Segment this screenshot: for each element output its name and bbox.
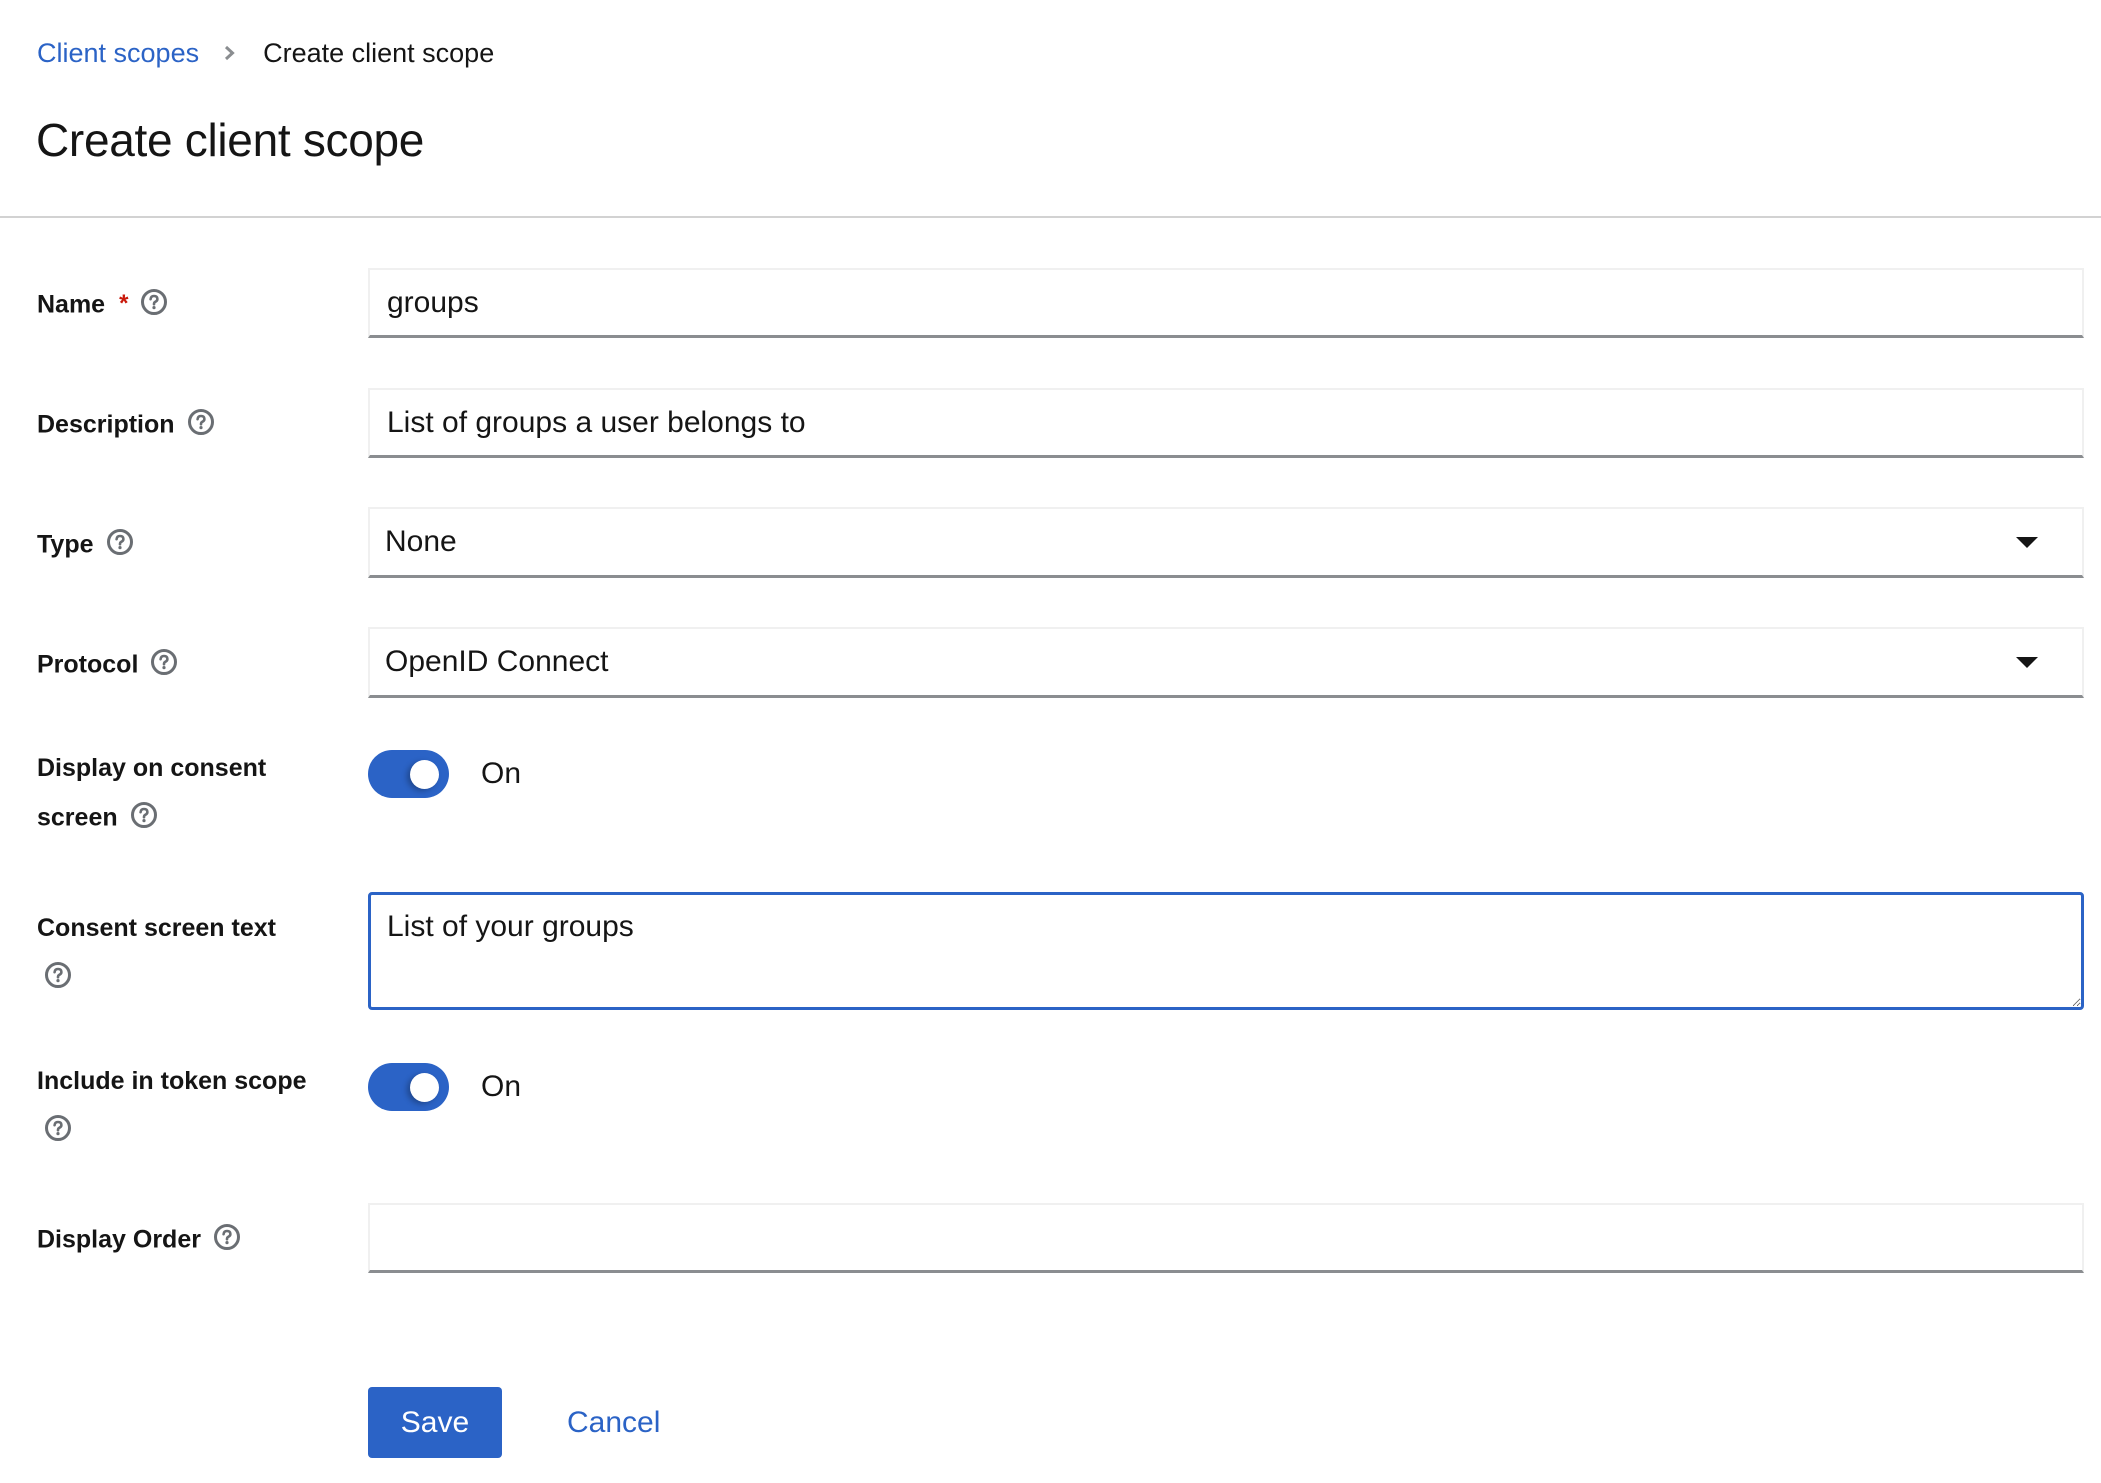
name-label-text: Name — [37, 290, 106, 319]
help-icon[interactable] — [130, 801, 158, 829]
page-title: Create client scope — [36, 114, 425, 166]
name-label: Name * — [37, 279, 168, 328]
display-on-consent-state: On — [481, 757, 522, 790]
display-on-consent-label-line2: screen — [37, 803, 118, 832]
display-on-consent-label: Display on consent screen — [37, 744, 266, 841]
description-label-text: Description — [37, 410, 175, 439]
display-order-input[interactable] — [368, 1203, 2084, 1273]
required-indicator: * — [119, 290, 129, 318]
consent-text-label-text: Consent screen text — [37, 914, 276, 942]
help-icon[interactable] — [187, 408, 215, 436]
help-icon[interactable] — [150, 648, 178, 676]
consent-text-textarea[interactable]: List of your groups — [368, 892, 2084, 1010]
display-order-label-text: Display Order — [37, 1225, 201, 1254]
toggle-knob — [410, 1072, 439, 1102]
consent-text-label: Consent screen text — [37, 904, 276, 1000]
type-select-value: None — [385, 525, 457, 558]
caret-down-icon — [2016, 656, 2038, 668]
breadcrumb-link-client-scopes[interactable]: Client scopes — [37, 38, 199, 69]
include-in-token-toggle[interactable] — [368, 1063, 449, 1111]
breadcrumb-current: Create client scope — [263, 37, 495, 68]
name-input[interactable] — [368, 268, 2084, 338]
cancel-button[interactable]: Cancel — [548, 1387, 679, 1458]
protocol-label-text: Protocol — [37, 650, 139, 679]
include-in-token-label: Include in token scope — [37, 1057, 307, 1153]
header-divider — [0, 216, 2101, 218]
type-select[interactable]: None — [368, 507, 2084, 578]
help-icon[interactable] — [140, 288, 168, 316]
consent-text-field: List of your groups — [368, 892, 2084, 1010]
protocol-label: Protocol — [37, 639, 178, 688]
breadcrumb: Client scopes Create client scope — [37, 36, 494, 70]
help-icon[interactable] — [213, 1223, 241, 1251]
toggle-knob — [410, 759, 439, 789]
include-in-token-state: On — [481, 1070, 522, 1103]
type-label: Type — [37, 519, 134, 568]
include-in-token-field: On — [368, 1063, 521, 1111]
protocol-select-value: OpenID Connect — [385, 645, 609, 678]
help-icon[interactable] — [44, 961, 72, 989]
include-in-token-label-text: Include in token scope — [37, 1067, 307, 1095]
description-label: Description — [37, 399, 215, 448]
display-on-consent-toggle[interactable] — [368, 750, 449, 798]
help-icon[interactable] — [44, 1114, 72, 1142]
caret-down-icon — [2016, 536, 2038, 548]
chevron-right-icon — [223, 45, 237, 61]
help-icon[interactable] — [106, 528, 134, 556]
description-input[interactable] — [368, 388, 2084, 458]
protocol-select[interactable]: OpenID Connect — [368, 627, 2084, 698]
display-order-label: Display Order — [37, 1214, 241, 1263]
type-label-text: Type — [37, 530, 94, 559]
display-on-consent-label-line1: Display on consent — [37, 754, 267, 782]
save-button[interactable]: Save — [368, 1387, 502, 1458]
display-on-consent-field: On — [368, 750, 521, 798]
